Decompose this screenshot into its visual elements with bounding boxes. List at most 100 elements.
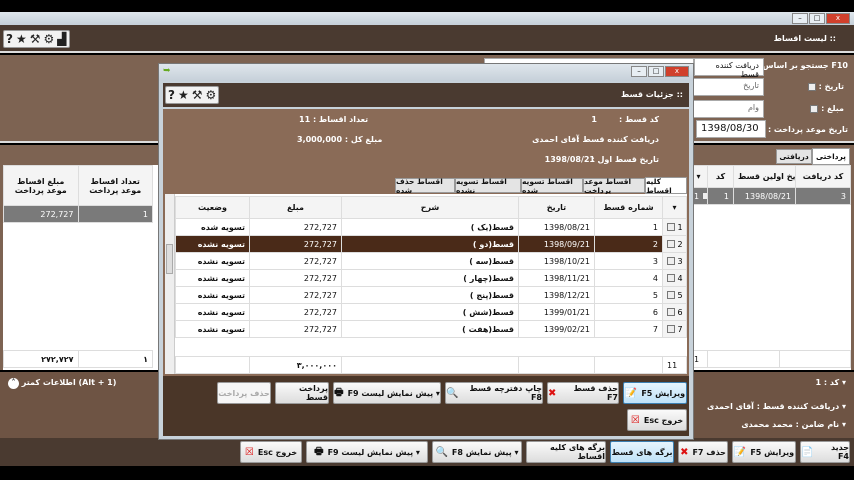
collapse-icon[interactable]: ˄	[8, 378, 19, 389]
close-icon: ☒	[244, 446, 254, 458]
col-header-first-date[interactable]: تاریخ اولین قسط	[733, 165, 796, 188]
table-row[interactable]: تسویه نشده 272,727 قسط(چهار ) 1398/11/21 4 4	[175, 269, 687, 287]
vertical-scrollbar[interactable]	[165, 194, 175, 374]
dialog-window-controls[interactable]: – □ x	[631, 66, 689, 77]
table-row[interactable]: تسویه نشده 272,727 قسط(سه ) 1398/10/21 3 3	[175, 252, 687, 270]
row-selector[interactable]: 1	[662, 218, 687, 236]
row-selector[interactable]: 2	[662, 235, 687, 253]
col-header-code[interactable]: کد	[707, 165, 734, 188]
row-checkbox[interactable]	[667, 274, 675, 282]
cell-status: تسویه نشده	[175, 252, 250, 270]
row-checkbox[interactable]	[701, 192, 707, 200]
row-checkbox[interactable]	[667, 291, 675, 299]
preview-list-button[interactable]: ▾ پیش نمایش لیست F9 🖶	[333, 382, 441, 404]
col-header-description[interactable]: شرح	[341, 196, 519, 219]
dialog-button-bar: ویرایش F5 📝 حذف قسط F7 ✖ چاپ دفترچه قسط F8…	[163, 376, 689, 436]
print-icon: 🖶	[314, 445, 324, 457]
amount-filter-checkbox[interactable]	[810, 104, 819, 113]
col-header-status[interactable]: وضعیت	[175, 196, 250, 219]
delete-button[interactable]: حذف F7 ✖	[678, 441, 728, 463]
table-row[interactable]: تسویه نشده 272,727 قسط(هفت ) 1399/02/21 7 7	[175, 320, 687, 338]
row-checkbox[interactable]	[667, 325, 675, 333]
gear-icon[interactable]: ⚙	[206, 88, 217, 102]
help-icon[interactable]: ?	[6, 32, 13, 46]
cell-status: تسویه شده	[175, 218, 250, 236]
cell-number: 2	[594, 235, 663, 253]
table-row[interactable]: 272,727 1	[3, 205, 153, 223]
print-booklet-button[interactable]: چاپ دفترچه قسط F8 🔍	[445, 382, 543, 404]
table-row[interactable]: تسویه نشده 272,727 قسط(پنج ) 1398/12/21 5 5	[175, 286, 687, 304]
delete-installment-button[interactable]: حذف قسط F7 ✖	[547, 382, 619, 404]
row-checkbox[interactable]	[667, 240, 675, 248]
table-row[interactable]: تسویه نشده 272,727 قسط(دو ) 1398/09/21 2 2	[175, 235, 687, 253]
first-date-value: 1398/08/21	[544, 155, 595, 164]
col-header-due-count[interactable]: تعداد اقساط موعد پرداخت	[77, 165, 153, 206]
table-row[interactable]: تسویه شده 272,727 قسط(یک ) 1398/08/21 1 1	[175, 218, 687, 236]
window-controls[interactable]: – □ x	[792, 13, 850, 24]
table-row[interactable]: تسویه نشده 272,727 قسط(شش ) 1399/01/21 6 6	[175, 303, 687, 321]
row-selector[interactable]: 3	[662, 252, 687, 270]
main-toolbar: ? ★ ⚒ ⚙ ▟ :: لیست اقساط	[0, 25, 854, 53]
dialog-body: کد قسط : 1 دریافت کننده قسط : آقای احمدی…	[163, 109, 689, 376]
col-header-receive-code[interactable]: کد دریافت	[795, 165, 851, 188]
search-field-select[interactable]: دریافت کننده قسط	[694, 58, 764, 79]
tools-icon[interactable]: ⚒	[192, 88, 203, 102]
col-header-number[interactable]: شماره قسط	[594, 196, 663, 219]
close-window-icon: x	[665, 66, 689, 77]
col-menu[interactable]: ▾	[662, 196, 687, 219]
preview-button[interactable]: ▾ پیش نمایش F8 🔍	[432, 441, 522, 463]
cell-date: 1399/01/21	[518, 303, 595, 321]
date-filter-checkbox[interactable]	[807, 82, 816, 91]
edit-button[interactable]: ویرایش F5 📝	[732, 441, 796, 463]
cell-number: 7	[594, 320, 663, 338]
col-header-date[interactable]: تاریخ	[518, 196, 595, 219]
chart-icon[interactable]: ▟	[57, 32, 66, 46]
due-date-input[interactable]: 1398/08/30	[696, 120, 766, 138]
star-icon[interactable]: ★	[16, 32, 27, 46]
help-icon[interactable]: ?	[168, 88, 175, 102]
row-selector[interactable]: 5	[662, 286, 687, 304]
dialog-title-bar[interactable]: ➥ – □ x	[159, 64, 693, 81]
tab-receivable[interactable]: دریافتی	[776, 149, 812, 164]
row-selector[interactable]: 4	[662, 269, 687, 287]
toolbar-icons: ? ★ ⚒ ⚙ ▟	[3, 30, 70, 48]
new-button[interactable]: جدید F4 📄	[800, 441, 850, 463]
tab-payable[interactable]: پرداختی	[812, 148, 850, 165]
row-checkbox[interactable]	[667, 308, 675, 316]
tab-deleted-installments[interactable]: اقساط حذف شده	[395, 177, 455, 195]
installment-details-dialog: ➥ – □ x ? ★ ⚒ ⚙ :: جزئیات قسط کد قسط : 1 دریا…	[158, 63, 694, 440]
edit-button[interactable]: ویرایش F5 📝	[623, 382, 687, 404]
code-value: 1	[591, 115, 597, 124]
exit-button[interactable]: خروج Esc ☒	[240, 441, 302, 463]
tab-due-installments[interactable]: اقساط موعد پرداخت	[583, 177, 645, 195]
row-checkbox[interactable]	[667, 223, 675, 231]
tools-icon[interactable]: ⚒	[30, 32, 41, 46]
all-installment-sheets-button[interactable]: برگه های کلیه اقساط	[526, 441, 606, 463]
less-info-toggle[interactable]: اطلاعات کمتر (Alt + 1)	[22, 378, 117, 387]
exit-button[interactable]: خروج Esc ☒	[627, 409, 687, 431]
delete-payment-button: حذف پرداخت	[217, 382, 271, 404]
row-selector[interactable]: 7	[662, 320, 687, 338]
pay-installment-button[interactable]: پرداخت قسط	[275, 382, 329, 404]
tab-unsettled-installments[interactable]: اقساط تسویه نشده	[455, 177, 521, 195]
row-checkbox[interactable]	[667, 257, 675, 265]
preview-list-button[interactable]: ▾ پیش نمایش لیست F9 🖶	[306, 441, 428, 463]
count-value: 11	[299, 115, 311, 124]
cell-date: 1398/10/21	[518, 252, 595, 270]
cell-due-count: 1	[77, 205, 153, 223]
star-icon[interactable]: ★	[178, 88, 189, 102]
cell-number: 5	[594, 286, 663, 304]
cell-amount: 272,727	[249, 320, 342, 338]
cell-number: 1	[594, 218, 663, 236]
tab-settled-installments[interactable]: اقساط تسویه شده	[521, 177, 583, 195]
dialog-toolbar: ? ★ ⚒ ⚙ :: جزئیات قسط	[163, 83, 689, 107]
installment-sheets-button[interactable]: برگه های قسط	[610, 441, 674, 463]
cell-status: تسویه نشده	[175, 303, 250, 321]
col-header-due-amount[interactable]: مبلغ اقساط موعد پرداخت	[3, 165, 79, 206]
table-row[interactable]: 1 1 1398/08/21 3	[689, 187, 851, 205]
gear-icon[interactable]: ⚙	[44, 32, 55, 46]
row-selector[interactable]: 6	[662, 303, 687, 321]
col-header-amount[interactable]: مبلغ	[249, 196, 342, 219]
due-date-label: تاریخ موعد پرداخت :	[767, 125, 848, 134]
tab-all-installments[interactable]: کلیه اقساط	[645, 177, 687, 195]
